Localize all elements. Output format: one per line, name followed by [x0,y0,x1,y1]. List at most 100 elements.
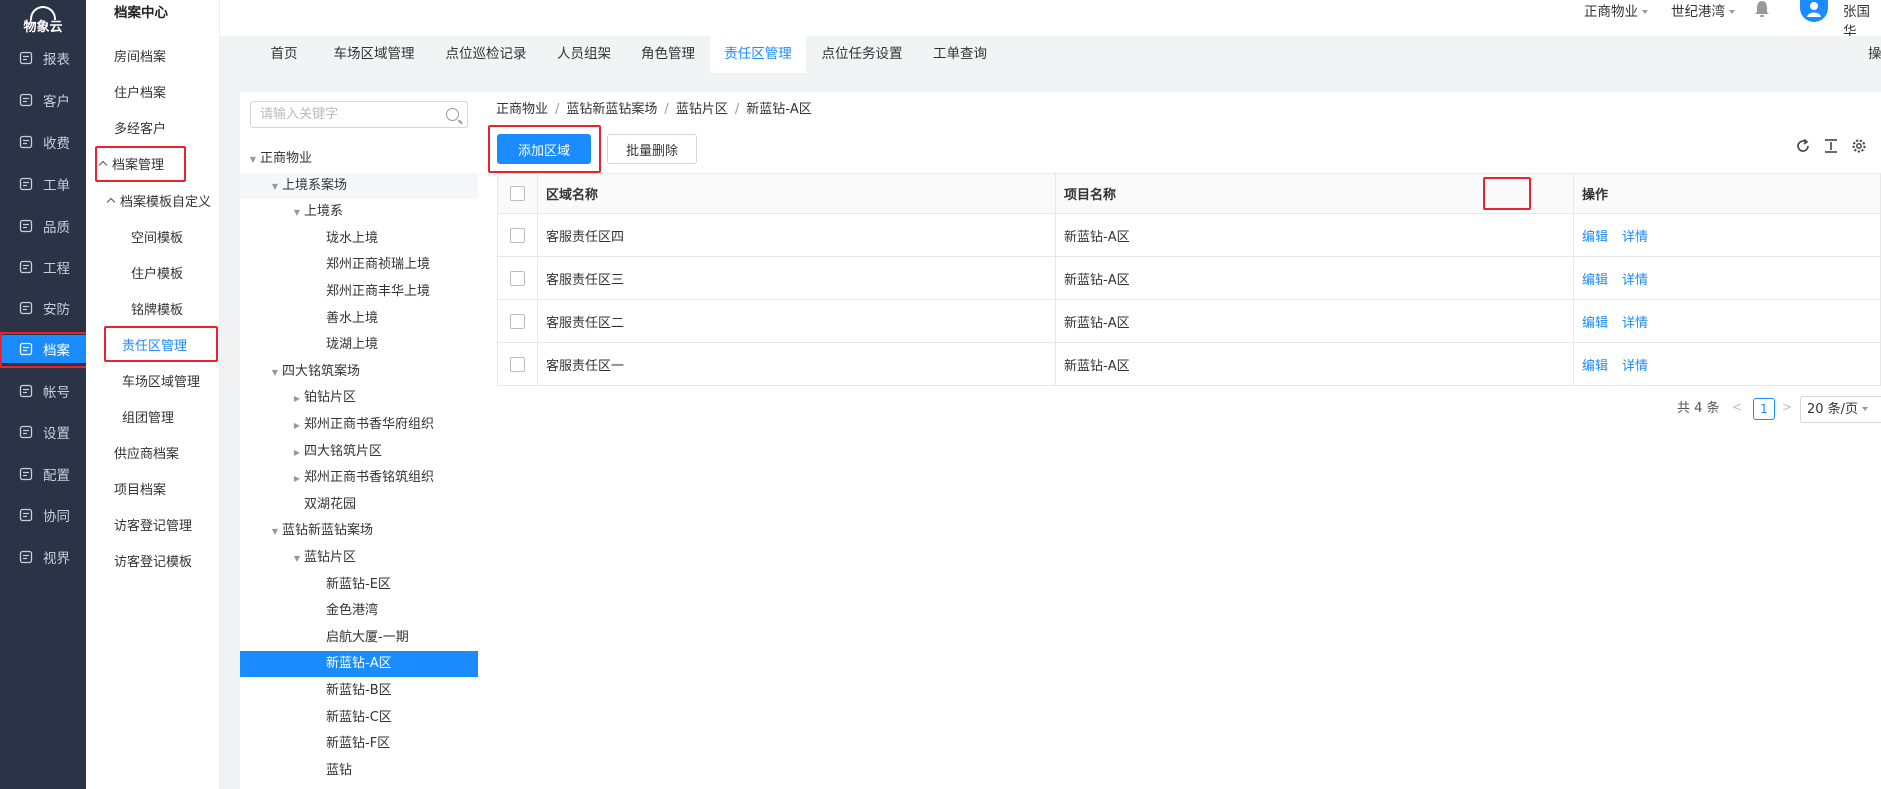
sub-item-project-archive[interactable]: 项目档案 [114,479,166,498]
detail-link[interactable]: 详情 [1622,273,1648,288]
tree-node[interactable]: 新蓝钻-E区 [240,572,478,598]
nav-item-user[interactable]: 客户 [0,86,86,114]
refresh-icon[interactable] [1795,138,1811,154]
row-checkbox[interactable] [510,227,525,243]
caret-down-icon[interactable]: ▼ [290,200,304,226]
project-dropdown[interactable]: 世纪港湾 [1671,0,1735,20]
tab-task-setting[interactable]: 点位任务设置 [806,36,918,73]
sub-item-multi-customer[interactable]: 多经客户 [114,118,166,137]
caret-down-icon[interactable]: ▼ [268,174,282,200]
tab-operation-more[interactable]: 操 [1868,36,1881,73]
tree-search-input[interactable] [251,102,431,127]
tab-inspection-record[interactable]: 点位巡检记录 [430,36,542,73]
tree-node[interactable]: 善水上境 [240,306,478,332]
edit-link[interactable]: 编辑 [1582,359,1608,374]
tab-responsibility-area[interactable]: 责任区管理 [710,36,806,73]
sub-item-parking-area[interactable]: 车场区域管理 [122,371,200,390]
tree-node[interactable]: 金色港湾 [240,598,478,624]
tree-node[interactable]: ▶ 铂钻片区 [240,385,478,411]
sub-item-resident-archive[interactable]: 住户档案 [114,82,166,101]
caret-down-icon[interactable]: ▼ [246,147,260,173]
next-page-icon[interactable]: > [1782,400,1792,414]
caret-down-icon[interactable]: ▼ [268,360,282,386]
tree-node[interactable]: 启航大厦-一期 [240,625,478,651]
tree-node[interactable]: ▼ 上境系 [240,199,478,225]
sub-item-visitor-template[interactable]: 访客登记模板 [114,551,192,570]
tree-node[interactable]: 新蓝钻-B区 [240,678,478,704]
edit-link[interactable]: 编辑 [1582,273,1608,288]
row-checkbox[interactable] [510,356,525,372]
sub-item-resident-template[interactable]: 住户模板 [131,263,183,282]
nav-item-security[interactable]: 安防 [0,294,86,322]
tree-node[interactable]: ▼ 上境系案场 [240,172,478,200]
tree-node[interactable]: 郑州正商丰华上境 [240,279,478,305]
tree-node[interactable]: 双湖花园 [240,492,478,518]
tree-node[interactable]: ▼ 蓝钻新蓝钻案场 [240,518,478,544]
edit-link[interactable]: 编辑 [1582,316,1608,331]
nav-item-quality[interactable]: 品质 [0,212,86,240]
org-dropdown[interactable]: 正商物业 [1584,0,1648,20]
caret-down-icon[interactable]: ▼ [268,519,282,545]
tab-home[interactable]: 首页 [250,36,318,73]
sub-item-archive-manage[interactable]: 档案管理 [98,154,164,173]
row-checkbox[interactable] [510,270,525,286]
tab-staff-structure[interactable]: 人员组架 [542,36,626,73]
tree-node[interactable]: 珑水上境 [240,226,478,252]
select-all-checkbox[interactable] [510,186,525,201]
username[interactable]: 张国华 [1843,0,1881,40]
nav-item-archive[interactable]: 档案 [0,332,88,368]
sub-item-supplier-archive[interactable]: 供应商档案 [114,443,179,462]
tree-node[interactable]: 新蓝钻-C区 [240,705,478,731]
edit-link[interactable]: 编辑 [1582,230,1608,245]
tree-node[interactable]: 新蓝钻-F区 [240,731,478,757]
nav-item-config[interactable]: 配置 [0,460,86,488]
row-checkbox[interactable] [510,313,525,329]
caret-right-icon[interactable]: ▶ [290,413,304,439]
sub-item-template-custom[interactable]: 档案模板自定义 [106,191,211,210]
tree-node[interactable]: ▼ 四大铭筑案场 [240,359,478,385]
detail-link[interactable]: 详情 [1622,230,1648,245]
tab-role-manage[interactable]: 角色管理 [626,36,710,73]
tree-node[interactable]: 蓝钻 [240,758,478,784]
page-number-current[interactable]: 1 [1753,398,1775,420]
tree-node[interactable]: 郑州正商祯瑞上境 [240,252,478,278]
tree-node[interactable]: ▼ 蓝钻片区 [240,545,478,571]
search-icon[interactable] [446,108,459,121]
detail-link[interactable]: 详情 [1622,316,1648,331]
caret-down-icon[interactable]: ▼ [290,546,304,572]
sub-item-visitor-manage[interactable]: 访客登记管理 [114,515,192,534]
nav-item-money[interactable]: 收费 [0,128,86,156]
sub-item-group-manage[interactable]: 组团管理 [122,407,174,426]
nav-item-engineering[interactable]: 工程 [0,253,86,281]
breadcrumb-item[interactable]: 蓝钻新蓝钻案场 [566,102,657,117]
tree-node[interactable]: ▶ 四大铭筑片区 [240,439,478,465]
batch-delete-button[interactable]: 批量删除 [607,134,697,164]
tree-node[interactable]: 新蓝钻-A区 [240,651,478,678]
nav-item-account[interactable]: 帐号 [0,377,86,405]
breadcrumb-item[interactable]: 正商物业 [496,102,548,117]
tab-parking-area[interactable]: 车场区域管理 [318,36,430,73]
breadcrumb-item[interactable]: 蓝钻片区 [676,102,728,117]
gear-icon[interactable] [1851,138,1867,154]
page-size-select[interactable]: 20 条/页 [1800,396,1881,423]
tree-node[interactable]: ▶ 郑州正商书香华府组织 [240,412,478,438]
detail-link[interactable]: 详情 [1622,359,1648,374]
nav-item-collab[interactable]: 协同 [0,501,86,529]
sub-item-room-archive[interactable]: 房间档案 [114,46,166,65]
nav-item-gear[interactable]: 设置 [0,418,86,446]
sub-item-responsibility-area[interactable]: 责任区管理 [122,335,187,354]
column-height-icon[interactable] [1823,138,1839,154]
nav-item-clipboard[interactable]: 工单 [0,170,86,198]
nav-item-vision[interactable]: 视界 [0,543,86,571]
sub-item-nameplate-template[interactable]: 铭牌模板 [131,299,183,318]
tree-node[interactable]: ▼ 正商物业 [240,146,478,172]
prev-page-icon[interactable]: < [1732,400,1742,414]
caret-right-icon[interactable]: ▶ [290,440,304,466]
sub-item-space-template[interactable]: 空间模板 [131,227,183,246]
tab-workorder-query[interactable]: 工单查询 [918,36,1002,73]
tree-node[interactable]: ▶ 郑州正商书香铭筑组织 [240,465,478,491]
nav-item-report[interactable]: 报表 [0,44,86,72]
caret-right-icon[interactable]: ▶ [290,466,304,492]
caret-right-icon[interactable]: ▶ [290,386,304,412]
bell-icon[interactable] [1754,0,1770,18]
